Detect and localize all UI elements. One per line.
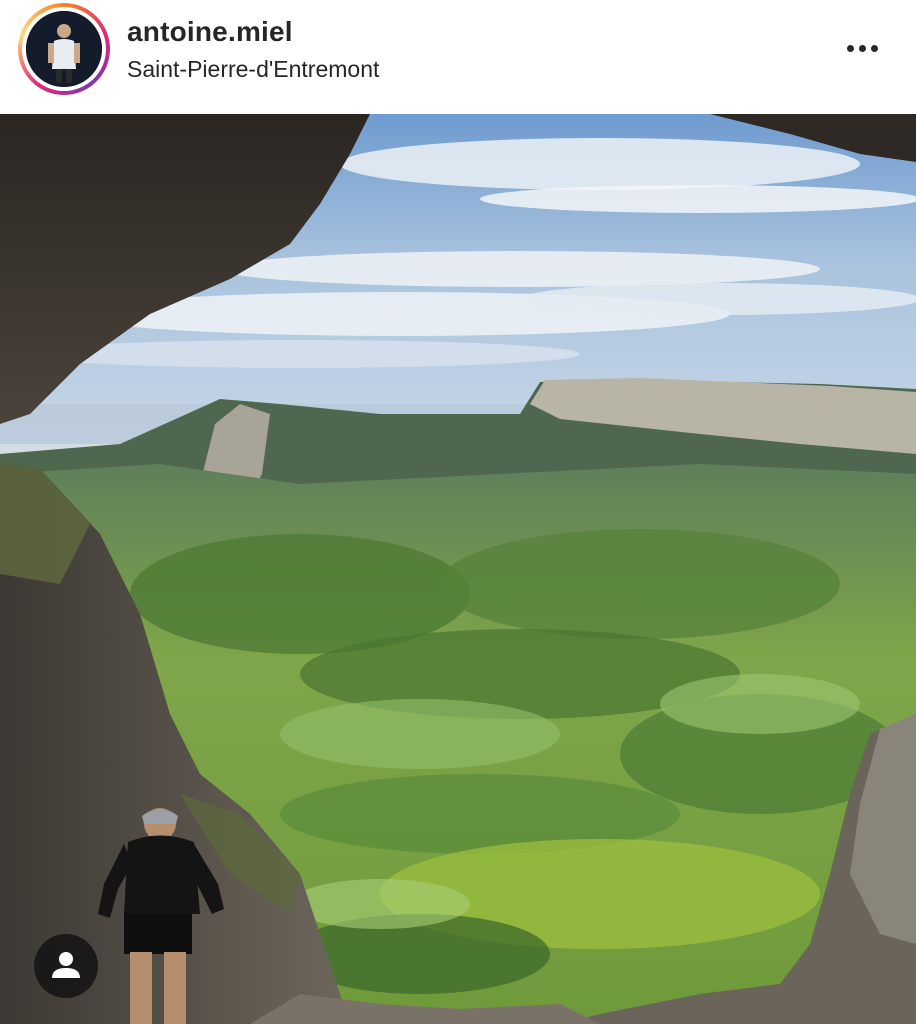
avatar[interactable] — [26, 11, 102, 87]
post-image[interactable] — [0, 114, 916, 1024]
more-dot — [858, 44, 866, 52]
username-link[interactable]: antoine.miel — [127, 16, 293, 48]
more-options-icon[interactable] — [834, 30, 890, 66]
post-header: antoine.miel Saint-Pierre-d'Entremont — [0, 0, 916, 114]
location-link[interactable]: Saint-Pierre-d'Entremont — [127, 56, 379, 83]
avatar-image — [26, 11, 102, 87]
user-tag-icon — [52, 952, 80, 978]
more-dot — [846, 44, 854, 52]
story-ring[interactable] — [18, 3, 110, 95]
avatar-border — [22, 7, 106, 91]
tagged-users-button[interactable] — [34, 934, 98, 998]
more-dot — [870, 44, 878, 52]
landscape-photo — [0, 114, 916, 1024]
